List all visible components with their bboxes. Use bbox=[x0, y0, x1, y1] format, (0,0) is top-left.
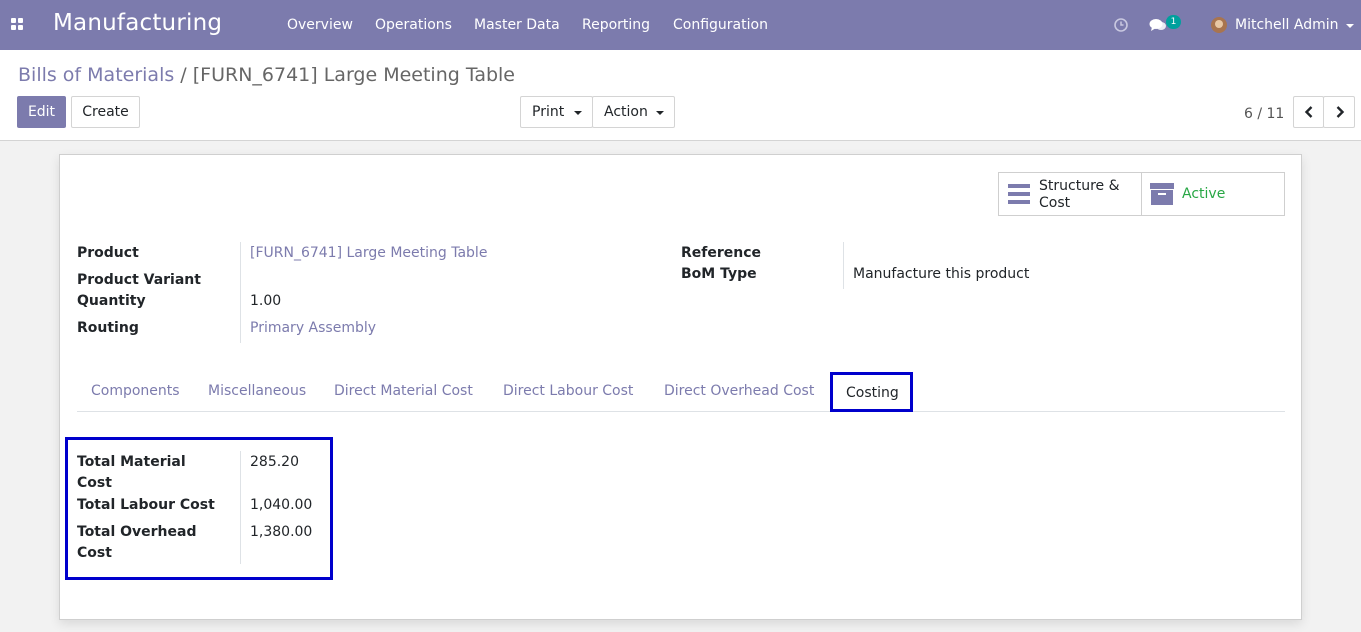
menu-configuration[interactable]: Configuration bbox=[673, 17, 768, 33]
tab-costing-label: Costing bbox=[846, 385, 899, 401]
menu-operations[interactable]: Operations bbox=[375, 17, 452, 33]
tab-direct-overhead-cost[interactable]: Direct Overhead Cost bbox=[664, 383, 814, 399]
right-group-divider bbox=[843, 242, 844, 289]
action-dropdown[interactable]: Action bbox=[592, 96, 675, 128]
structure-cost-button[interactable]: Structure & Cost bbox=[999, 173, 1141, 215]
total-material-cost-value: 285.20 bbox=[250, 454, 299, 470]
print-dropdown[interactable]: Print bbox=[520, 96, 593, 128]
menu-overview[interactable]: Overview bbox=[287, 17, 353, 33]
control-panel: Bills of Materials / [FURN_6741] Large M… bbox=[0, 50, 1361, 141]
product-variant-label: Product Variant bbox=[77, 272, 201, 288]
clock-icon[interactable] bbox=[1113, 17, 1129, 33]
tab-miscellaneous[interactable]: Miscellaneous bbox=[208, 383, 306, 399]
tab-direct-labour-cost[interactable]: Direct Labour Cost bbox=[503, 383, 633, 399]
breadcrumb-current: [FURN_6741] Large Meeting Table bbox=[192, 64, 515, 86]
structure-cost-label: Structure & Cost bbox=[1039, 178, 1120, 211]
routing-label: Routing bbox=[77, 320, 139, 336]
total-overhead-cost-value: 1,380.00 bbox=[250, 524, 313, 540]
breadcrumb-separator: / bbox=[180, 64, 187, 86]
form-sheet: Structure & Cost Active Product [FURN_67… bbox=[59, 154, 1302, 620]
bars-icon bbox=[1008, 184, 1030, 204]
app-title[interactable]: Manufacturing bbox=[53, 10, 222, 36]
reference-label: Reference bbox=[681, 245, 762, 261]
top-navbar: Manufacturing Overview Operations Master… bbox=[0, 0, 1361, 50]
total-labour-cost-value: 1,040.00 bbox=[250, 497, 313, 513]
action-label: Action bbox=[604, 104, 648, 120]
pager-next-button[interactable] bbox=[1323, 96, 1355, 128]
breadcrumb-parent[interactable]: Bills of Materials bbox=[18, 64, 174, 86]
user-menu-caret-icon bbox=[1346, 24, 1354, 28]
menu-master-data[interactable]: Master Data bbox=[474, 17, 560, 33]
pager-previous-button[interactable] bbox=[1293, 96, 1324, 128]
total-material-cost-label: Total Material Cost bbox=[77, 454, 186, 491]
print-label: Print bbox=[532, 104, 565, 120]
tabs-underline bbox=[77, 411, 1285, 412]
routing-value[interactable]: Primary Assembly bbox=[250, 318, 376, 338]
user-menu[interactable]: Mitchell Admin bbox=[1235, 17, 1339, 33]
active-toggle-button[interactable]: Active bbox=[1142, 173, 1284, 215]
messages-count-badge: 1 bbox=[1166, 15, 1181, 29]
left-group-divider bbox=[240, 242, 241, 343]
tab-direct-material-cost[interactable]: Direct Material Cost bbox=[334, 383, 473, 399]
total-labour-cost-label: Total Labour Cost bbox=[77, 497, 215, 513]
tab-components[interactable]: Components bbox=[91, 383, 180, 399]
smart-button-box: Structure & Cost Active bbox=[998, 172, 1285, 216]
bom-type-label: BoM Type bbox=[681, 266, 757, 282]
tab-costing[interactable]: Costing bbox=[830, 372, 913, 412]
product-label: Product bbox=[77, 245, 139, 261]
bom-type-value: Manufacture this product bbox=[853, 266, 1030, 282]
quantity-value: 1.00 bbox=[250, 293, 282, 309]
menu-reporting[interactable]: Reporting bbox=[582, 17, 650, 33]
active-status-label: Active bbox=[1182, 186, 1226, 202]
breadcrumb: Bills of Materials / [FURN_6741] Large M… bbox=[18, 64, 515, 86]
apps-menu-icon[interactable] bbox=[11, 18, 25, 32]
action-caret-icon bbox=[656, 111, 664, 115]
messages-icon[interactable] bbox=[1149, 17, 1167, 33]
quantity-label: Quantity bbox=[77, 293, 146, 309]
chevron-right-icon bbox=[1336, 106, 1345, 118]
create-button[interactable]: Create bbox=[71, 96, 140, 128]
print-caret-icon bbox=[574, 111, 582, 115]
costing-group-divider bbox=[240, 451, 241, 564]
edit-button[interactable]: Edit bbox=[17, 96, 66, 128]
user-avatar[interactable] bbox=[1211, 17, 1227, 33]
product-value[interactable]: [FURN_6741] Large Meeting Table bbox=[250, 243, 487, 263]
archive-icon bbox=[1150, 183, 1174, 205]
total-overhead-cost-label: Total Overhead Cost bbox=[77, 524, 197, 561]
chevron-left-icon bbox=[1304, 106, 1313, 118]
pager-value[interactable]: 6 / 11 bbox=[1244, 106, 1284, 122]
